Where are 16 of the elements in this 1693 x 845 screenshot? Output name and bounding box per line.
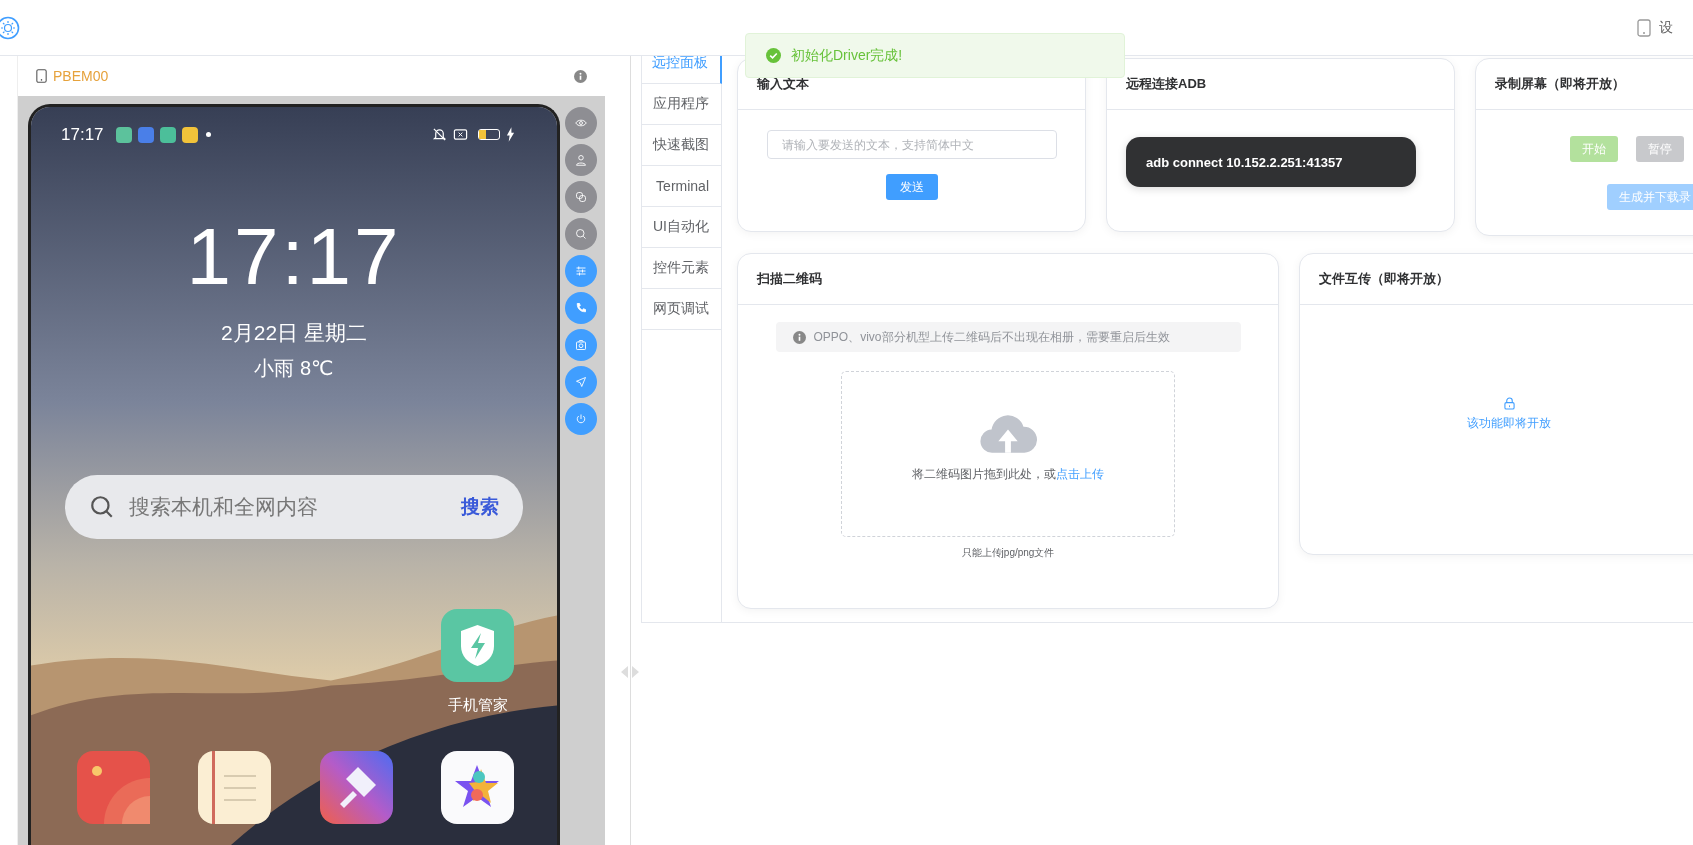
app-label: 手机管家 (447, 696, 508, 715)
device-model: PBEM00 (53, 68, 109, 84)
upload-tip: 只能上传jpg/png文件 (961, 546, 1055, 560)
notice-text: OPPO、vivo部分机型上传二维码后不出现在相册，需要重启后生效 (813, 328, 1170, 346)
weather-text: 小雨 8℃ (254, 356, 334, 381)
lock-date: 2月22日 星期二 (221, 320, 367, 346)
status-time: 17:17 (61, 124, 104, 145)
search-hint: 搜索本机和全网内容 (129, 494, 319, 520)
adb-command: adb connect 10.152.2.251:41357 (1126, 137, 1416, 187)
card-title: 远程连接ADB (1107, 59, 1454, 110)
lock-clock: 17:17 (186, 217, 402, 297)
coming-soon-text: 该功能即将开放 (1467, 415, 1551, 432)
card-title: 录制屏幕（即将开放） (1476, 59, 1693, 110)
card-title: 文件互传（即将开放） (1300, 254, 1693, 305)
card-title: 扫描二维码 (738, 254, 1278, 305)
drop-text: 将二维码图片拖到此处，或点击上传 (912, 466, 1104, 483)
